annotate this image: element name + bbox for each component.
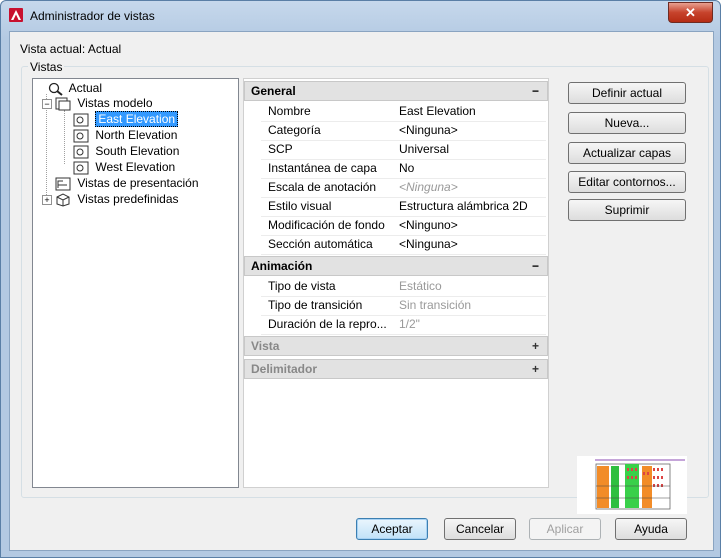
- set-current-button[interactable]: Definir actual: [568, 82, 686, 104]
- category-label: Animación: [251, 259, 313, 273]
- tree-item-actual[interactable]: Actual: [47, 80, 102, 96]
- view-preview-thumbnail: [577, 456, 687, 514]
- category-label: General: [251, 84, 296, 98]
- property-row[interactable]: SCP Universal: [261, 140, 546, 160]
- tree-item-east-elevation[interactable]: East Elevation: [73, 111, 179, 127]
- property-row[interactable]: Estilo visual Estructura alámbrica 2D: [261, 197, 546, 217]
- tree-item-layout-views[interactable]: Vistas de presentación: [55, 175, 199, 191]
- category-label: Delimitador: [251, 362, 318, 376]
- magnifier-icon: [48, 82, 63, 96]
- tree-item-label: Vistas de presentación: [77, 176, 199, 190]
- tree-item-label: Vistas predefinidas: [77, 192, 179, 206]
- autocad-logo-icon: [9, 8, 23, 22]
- property-row[interactable]: Duración de la repro... 1/2": [261, 315, 546, 335]
- close-icon: ✕: [685, 5, 696, 20]
- dialog-body: Vista actual: Actual Vistas Actual − Vis…: [9, 31, 714, 551]
- tree-item-model-views[interactable]: Vistas modelo: [55, 95, 153, 111]
- tree-item-south-elevation[interactable]: South Elevation: [73, 143, 179, 159]
- collapse-icon[interactable]: −: [532, 257, 539, 275]
- property-row[interactable]: Nombre East Elevation: [261, 102, 546, 122]
- tree-item-preset-views[interactable]: Vistas predefinidas: [55, 191, 179, 207]
- category-animation[interactable]: Animación −: [244, 256, 548, 276]
- help-button[interactable]: Ayuda: [615, 518, 687, 540]
- window-title: Administrador de vistas: [30, 9, 155, 23]
- tree-line: [64, 110, 65, 164]
- update-layers-button[interactable]: Actualizar capas: [568, 142, 686, 164]
- tree-line: [46, 94, 47, 195]
- delete-button[interactable]: Suprimir: [568, 199, 686, 221]
- property-row[interactable]: Instantánea de capa No: [261, 159, 546, 179]
- tree-item-west-elevation[interactable]: West Elevation: [73, 159, 175, 175]
- category-boundary[interactable]: Delimitador +: [244, 359, 548, 379]
- tree-item-north-elevation[interactable]: North Elevation: [73, 127, 177, 143]
- tree-item-label: Actual: [68, 81, 103, 95]
- expand-preset-views-toggle[interactable]: +: [42, 195, 52, 205]
- view-manager-dialog: Administrador de vistas ✕ Vista actual: …: [0, 0, 721, 558]
- category-view[interactable]: Vista +: [244, 336, 548, 356]
- title-bar: Administrador de vistas ✕: [1, 1, 720, 31]
- views-group-label: Vistas: [28, 60, 65, 74]
- tree-item-label: South Elevation: [95, 144, 180, 158]
- model-views-icon: [55, 97, 71, 111]
- layout-views-icon: [55, 177, 71, 191]
- collapse-model-views-toggle[interactable]: −: [42, 99, 52, 109]
- new-view-button[interactable]: Nueva...: [568, 112, 686, 134]
- property-row[interactable]: Tipo de vista Estático: [261, 277, 546, 297]
- property-row[interactable]: Tipo de transición Sin transición: [261, 296, 546, 316]
- category-label: Vista: [251, 339, 280, 353]
- apply-button[interactable]: Aplicar: [529, 518, 601, 540]
- expand-icon[interactable]: +: [532, 360, 539, 378]
- tree-item-label: Vistas modelo: [77, 96, 153, 110]
- views-tree[interactable]: Actual − Vistas modelo East Elevation No…: [32, 78, 239, 488]
- edit-boundaries-button[interactable]: Editar contornos...: [568, 171, 686, 193]
- named-view-icon: [73, 129, 89, 143]
- collapse-icon[interactable]: −: [532, 82, 539, 100]
- property-row[interactable]: Categoría <Ninguna>: [261, 121, 546, 141]
- expand-icon[interactable]: +: [532, 337, 539, 355]
- current-view-label: Vista actual: Actual: [20, 42, 122, 56]
- ok-button[interactable]: Aceptar: [356, 518, 428, 540]
- property-row[interactable]: Modificación de fondo <Ninguno>: [261, 216, 546, 236]
- tree-item-label: East Elevation: [95, 111, 179, 127]
- preset-views-icon: [56, 193, 70, 207]
- tree-item-label: North Elevation: [95, 128, 178, 142]
- property-row[interactable]: Sección automática <Ninguna>: [261, 235, 546, 255]
- cancel-button[interactable]: Cancelar: [444, 518, 516, 540]
- named-view-icon: [73, 145, 89, 159]
- category-general[interactable]: General −: [244, 81, 548, 101]
- property-row[interactable]: Escala de anotación <Ninguna>: [261, 178, 546, 198]
- tree-item-label: West Elevation: [95, 160, 176, 174]
- close-button[interactable]: ✕: [668, 2, 713, 23]
- named-view-icon: [73, 113, 89, 127]
- named-view-icon: [73, 161, 89, 175]
- view-properties-grid: General − Nombre East Elevation Categoría…: [243, 78, 549, 488]
